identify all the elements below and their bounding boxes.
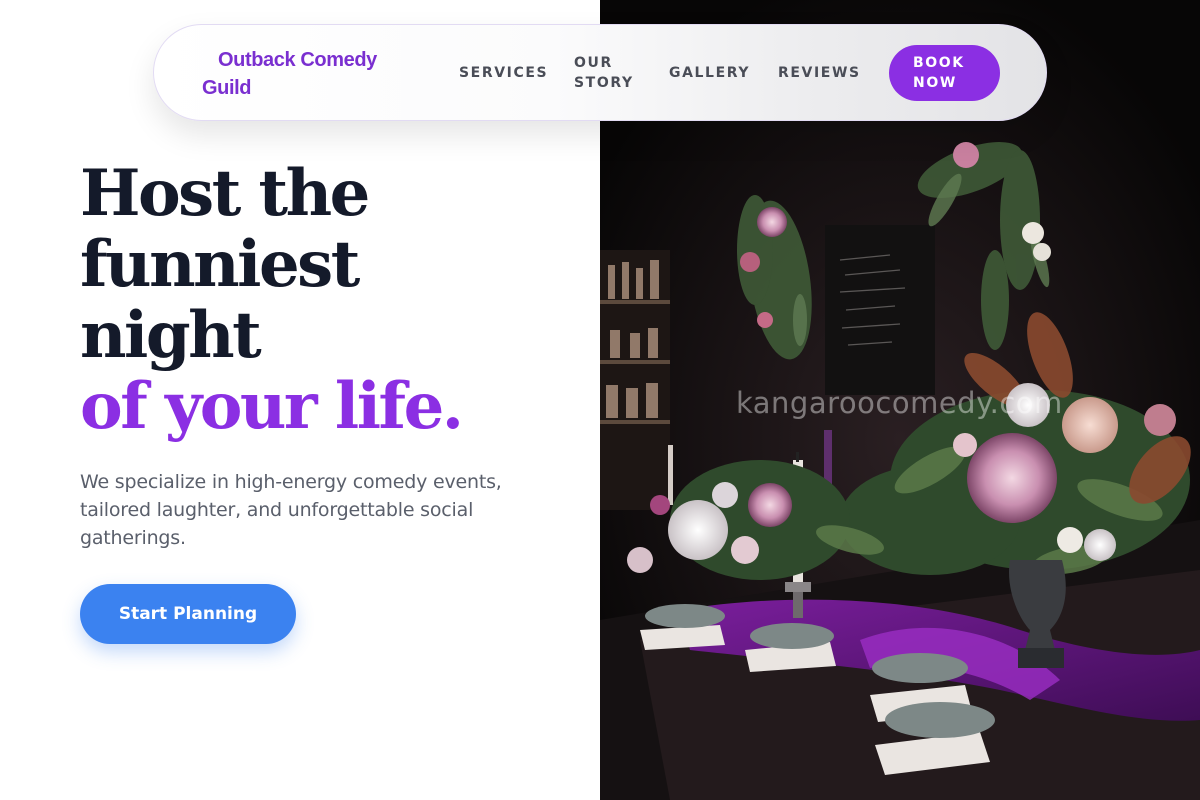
book-now-button[interactable]: BOOK NOW xyxy=(889,45,1000,101)
nav-link-our-story[interactable]: OUR STORY xyxy=(574,53,644,93)
headline-accent: of your life. xyxy=(80,369,464,444)
hero-subtext: We specialize in high-energy comedy even… xyxy=(80,471,502,549)
start-planning-button[interactable]: Start Planning xyxy=(80,584,296,644)
headline-line-3: night xyxy=(80,298,262,373)
headline-line-2: funniest xyxy=(80,227,360,302)
watermark-text: kangaroocomedy.com xyxy=(736,386,1063,420)
nav-link-gallery[interactable]: GALLERY xyxy=(669,63,750,83)
book-now-label: BOOK NOW xyxy=(913,55,965,91)
brand-logo[interactable]: Outback Comedy Guild xyxy=(202,46,402,102)
nav-link-reviews[interactable]: REVIEWS xyxy=(778,63,861,83)
headline-line-1: Host the xyxy=(80,156,370,231)
nav-link-services[interactable]: SERVICES xyxy=(459,63,548,83)
top-nav: Outback Comedy Guild SERVICES OUR STORY … xyxy=(153,24,1047,121)
hero-headline: Host the funniest night of your life. xyxy=(80,158,580,442)
